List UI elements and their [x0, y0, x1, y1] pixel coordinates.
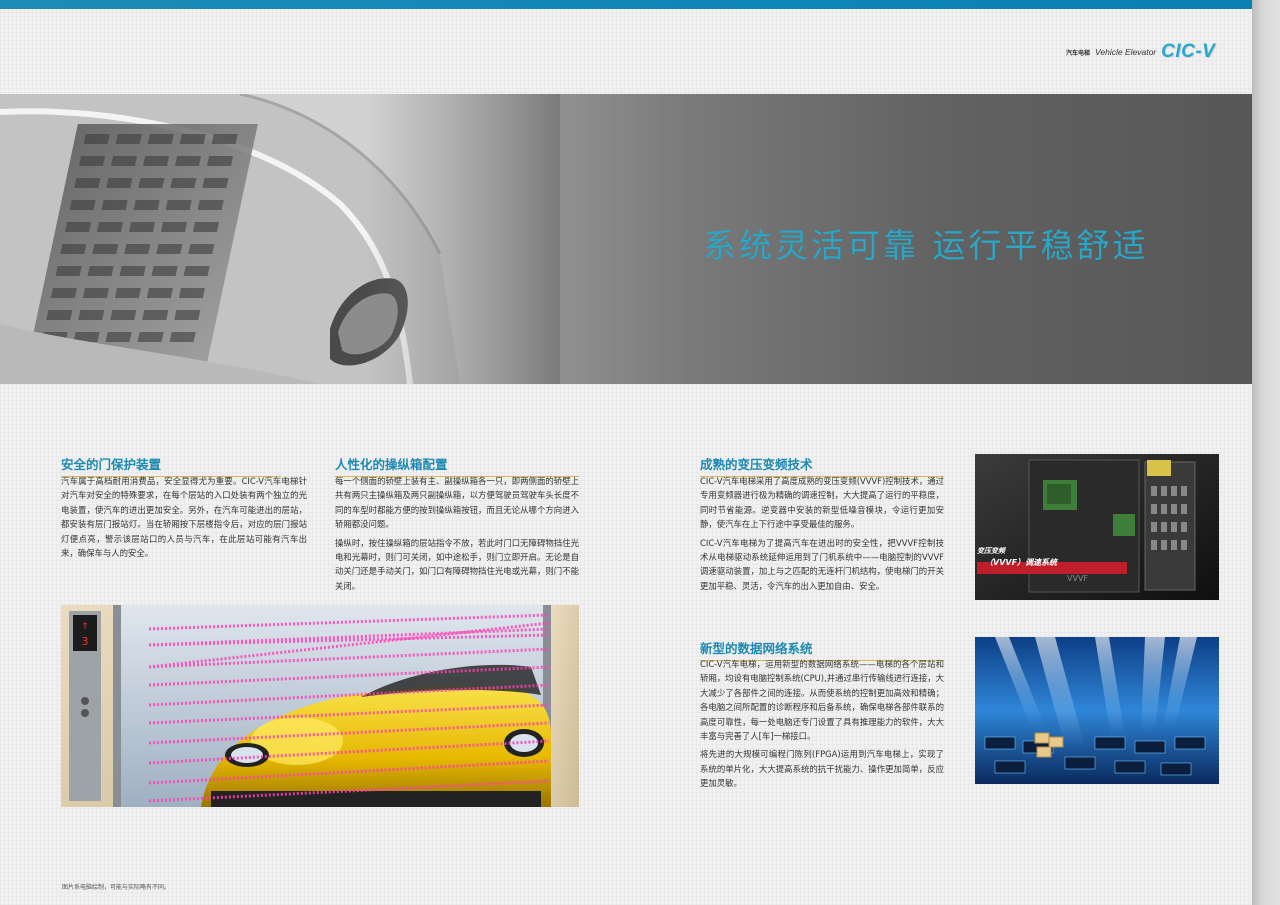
paragraph: 操纵时，按住操纵箱的层站指令不放，若此时门口无障碍物挡住光电和光幕时，则门可关闭…: [335, 537, 579, 591]
disclaimer-note: 图片系电脑绘制，可能与实际略有不同。: [62, 884, 171, 891]
section-body-vvvf: CIC-V汽车电梯采用了高度成熟的变压变频(VVVF)控制技术，通过专用变频器进…: [700, 474, 944, 593]
paragraph: CIC-V汽车电梯，运用新型的数据网络系统——电梯的各个层站和轿厢，均设有电脑控…: [700, 659, 944, 742]
section-body-door: 汽车属于高档耐用消费品，安全显得尤为重要。CIC-V汽车电梯针对汽车对安全的特殊…: [61, 474, 307, 560]
brand-logo: CIC-V: [1161, 41, 1216, 62]
paragraph: CIC-V汽车电梯为了提高汽车在进出时的安全性，把VVVF控制技术从电梯驱动系统…: [700, 537, 944, 591]
brand-en: Vehicle Elevator: [1095, 47, 1157, 57]
section-body-panel: 每一个侧面的轿壁上装有主、副操纵箱各一只，即两侧面的轿壁上共有两只主操纵箱及两只…: [335, 474, 579, 593]
vvvf-board-label: VVVF: [1067, 574, 1088, 583]
banner-title: 系统灵活可靠 运行平稳舒适: [703, 226, 1149, 265]
paragraph: CIC-V汽车电梯采用了高度成熟的变压变频(VVVF)控制技术，通过专用变频器进…: [700, 476, 944, 530]
elevator-light-curtain-photo: ↑ 3: [61, 605, 579, 807]
floor-indicator: 3: [82, 635, 89, 648]
paragraph: 汽车属于高档耐用消费品，安全显得尤为重要。CIC-V汽车电梯针对汽车对安全的特殊…: [61, 476, 307, 559]
brand-header: 汽车电梯 Vehicle Elevator CIC-V: [1066, 40, 1215, 64]
car-reflection-illustration: [0, 94, 560, 384]
top-accent-bar: [0, 0, 1252, 9]
vvvf-caption-line2: （VVVF）调速系统: [985, 557, 1059, 567]
paragraph: 将先进的大规模可编程门陈列(FPGA)运用到汽车电梯上，实现了系统的单片化，大大…: [700, 749, 944, 789]
svg-text:↑: ↑: [81, 622, 89, 632]
section-body-network: CIC-V汽车电梯，运用新型的数据网络系统——电梯的各个层站和轿厢，均设有电脑控…: [700, 657, 944, 791]
page-edge-strip: [1252, 0, 1280, 905]
hero-banner: 系统灵活可靠 运行平稳舒适: [0, 94, 1252, 384]
data-network-chips-photo: [975, 637, 1219, 784]
brand-cn: 汽车电梯: [1066, 49, 1091, 57]
vvvf-control-board-photo: VVVF 变压变频 （VVVF）调速系统: [975, 454, 1219, 600]
vvvf-caption-line1: 变压变频: [977, 546, 1007, 555]
paragraph: 每一个侧面的轿壁上装有主、副操纵箱各一只，即两侧面的轿壁上共有两只主操纵箱及两只…: [335, 476, 579, 530]
